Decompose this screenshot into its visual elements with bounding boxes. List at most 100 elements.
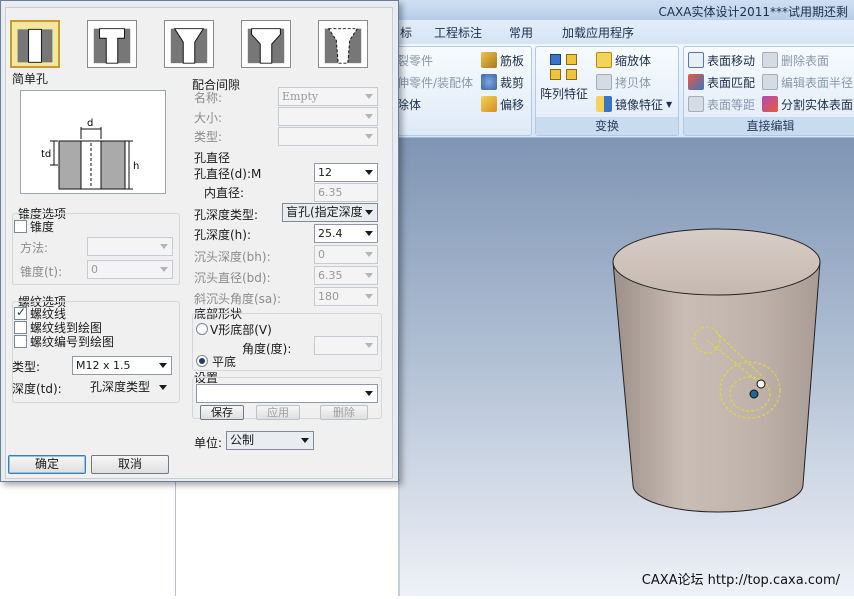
chevron-down-icon (157, 263, 170, 276)
cylinder-model[interactable] (398, 138, 854, 596)
ribbon-button-delete-face[interactable]: 删除表面 (762, 50, 829, 70)
chevron-down-icon: ▼ (666, 99, 673, 109)
bottom-angle-select[interactable] (314, 336, 378, 355)
hole-depth-select[interactable]: 25.4 (314, 224, 378, 243)
ribbon-button-rib[interactable]: 筋板 (481, 50, 524, 70)
counterbore-diameter-label: 沉头直径(bd): (194, 271, 271, 285)
ribbon-button-trim[interactable]: 裁剪 (481, 72, 524, 92)
ribbon-group-transform: 阵列特征 缩放体 拷贝体 镜像特征 ▼ 变换 (535, 46, 679, 136)
thread-depth-value: 孔深度类型 (90, 380, 151, 394)
face-move-label: 表面移动 (707, 53, 756, 68)
ribbon-item-split-part[interactable]: 裂零件 (397, 50, 433, 70)
counterbore-countersink-hole-icon (247, 28, 285, 64)
simple-hole-icon (17, 28, 53, 63)
depth-type-select[interactable]: 盲孔(指定深度 (282, 203, 378, 222)
face-offset-icon (688, 96, 704, 112)
rib-label: 筋板 (500, 53, 525, 68)
chevron-down-icon (362, 110, 375, 123)
fit-type-select[interactable] (278, 127, 378, 146)
menu-common[interactable]: 常用 (509, 24, 533, 41)
thread-type-select[interactable]: M12 x 1.5 (72, 356, 172, 375)
ribbon-button-split-face[interactable]: 分割实体表面 (762, 94, 853, 114)
depth-type-label: 孔深度类型: (194, 208, 259, 222)
ribbon-item-remove-body[interactable]: 除体 (397, 94, 421, 114)
delete-face-icon (762, 52, 778, 68)
ribbon-button-scale[interactable]: 缩放体 (596, 50, 651, 70)
save-button[interactable]: 保存 (200, 405, 244, 420)
mirror-icon (596, 96, 612, 112)
hole-diameter-value: 12 (318, 166, 332, 179)
simple-hole-label: 简单孔 (12, 72, 49, 86)
inner-diameter-input[interactable]: 6.35 (314, 183, 378, 202)
menu-engineering-annotation[interactable]: 工程标注 (434, 24, 482, 41)
hole-type-simple[interactable] (10, 20, 60, 68)
hole-type-tapered[interactable] (318, 20, 368, 68)
hole-type-counterbore-countersink[interactable] (241, 20, 291, 68)
ok-button[interactable]: 确定 (8, 455, 86, 474)
scale-icon (596, 52, 612, 68)
face-match-label: 表面匹配 (707, 75, 756, 90)
copy-body-icon (596, 74, 612, 90)
counterbore-hole-icon (93, 28, 131, 64)
hole-type-countersink[interactable] (164, 20, 214, 68)
apply-button[interactable]: 应用 (256, 405, 300, 420)
ribbon-button-copy-body[interactable]: 拷贝体 (596, 72, 651, 92)
preview-h-label: h (133, 161, 139, 172)
fit-name-select[interactable]: Empty (278, 87, 378, 106)
chevron-down-icon (362, 227, 375, 240)
menu-annotation[interactable]: 标 (400, 24, 412, 41)
hole-diameter-select[interactable]: 12 (314, 163, 378, 182)
taper-degree-label: 锥度(t): (20, 265, 63, 279)
ribbon-button-face-match[interactable]: 表面匹配 (688, 72, 755, 92)
tapered-countersink-hole-icon (324, 28, 362, 64)
ribbon-button-mirror[interactable]: 镜像特征 ▼ (596, 94, 672, 114)
settings-select[interactable] (196, 384, 378, 403)
design-tree-panel (0, 478, 400, 596)
counterbore-diameter-select[interactable]: 6.35 (314, 266, 378, 285)
preview-td-label: td (41, 149, 51, 160)
inner-diameter-label: 内直径: (204, 186, 245, 200)
counterbore-depth-value: 0 (318, 248, 325, 261)
ribbon-button-face-move[interactable]: 表面移动 (688, 50, 755, 70)
hole-depth-label: 孔深度(h): (194, 228, 252, 242)
thread-type-value: M12 x 1.5 (76, 359, 131, 372)
thread-line-checkbox[interactable] (14, 305, 27, 320)
menu-addins[interactable]: 加载应用程序 (562, 24, 634, 41)
thread-depth-label: 深度(td): (12, 382, 62, 396)
chevron-down-icon (362, 206, 375, 219)
ribbon-item-extend-part[interactable]: 伸零件/装配体 (397, 72, 473, 92)
cancel-button[interactable]: 取消 (91, 455, 169, 474)
hole-type-counterbore[interactable] (87, 20, 137, 68)
thread-number-checkbox[interactable] (14, 335, 27, 348)
thread-to-drawing-checkbox[interactable] (14, 321, 27, 334)
counterbore-depth-select[interactable]: 0 (314, 245, 378, 264)
design-tree-pane[interactable] (0, 478, 176, 596)
delete-button[interactable]: 删除 (320, 405, 368, 420)
unit-select[interactable]: 公制 (226, 431, 314, 450)
v-bottom-label: V形底部(V) (210, 323, 272, 337)
taper-method-select[interactable] (87, 237, 173, 256)
chevron-down-icon (362, 166, 375, 179)
array-feature-button[interactable]: 阵列特征 (540, 51, 588, 102)
fit-size-select[interactable] (278, 107, 378, 126)
taper-checkbox[interactable] (14, 220, 27, 233)
thread-depth-select[interactable]: 孔深度类型 (86, 378, 172, 397)
ribbon-button-offset[interactable]: 偏移 (481, 94, 524, 114)
countersink-angle-select[interactable]: 180 (314, 287, 378, 306)
ribbon-button-face-offset[interactable]: 表面等距 (688, 94, 755, 114)
fit-size-label: 大小: (194, 111, 223, 125)
chevron-down-icon (362, 90, 375, 103)
transform-group-title: 变换 (536, 117, 678, 135)
rib-icon (481, 52, 497, 68)
ribbon-button-edit-face-radius[interactable]: 编辑表面半径 (762, 72, 853, 92)
taper-degree-input[interactable]: 0 (87, 260, 173, 279)
edit-face-radius-icon (762, 74, 778, 90)
chevron-down-icon (298, 434, 311, 447)
ribbon-group-feature: 裂零件 伸零件/装配体 除体 筋板 裁剪 偏移 (392, 46, 532, 136)
hole-preview-diagram: d h td (41, 118, 139, 190)
offset-label: 偏移 (500, 97, 525, 112)
flat-bottom-radio[interactable] (196, 355, 208, 367)
3d-viewport[interactable]: CAXA论坛 http://top.caxa.com/ (398, 138, 854, 596)
mirror-label: 镜像特征 (615, 97, 664, 112)
v-bottom-radio[interactable] (196, 323, 208, 335)
